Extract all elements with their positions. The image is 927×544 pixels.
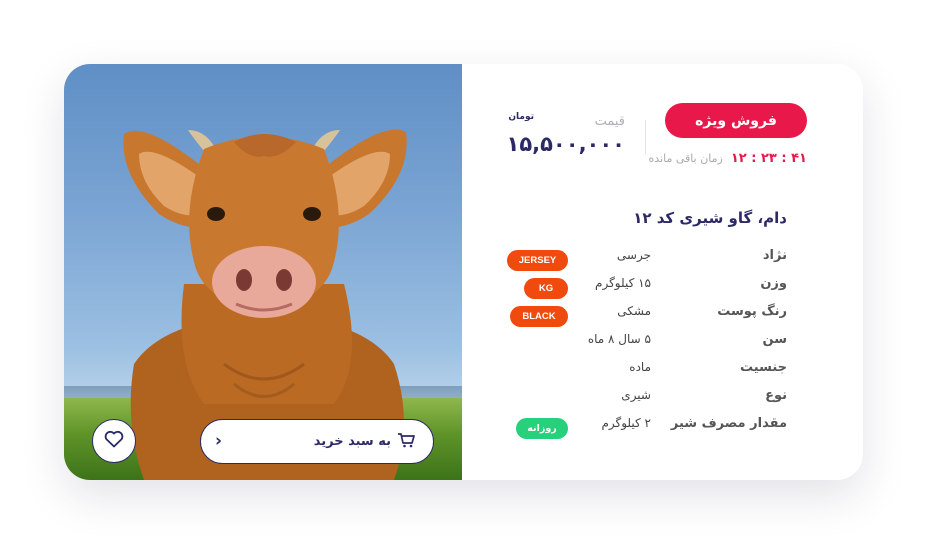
cart-icon (397, 432, 415, 452)
attribute-row-skin-color: رنگ پوست مشکی BLACK (507, 302, 787, 330)
attribute-badge: KG (524, 278, 568, 299)
attribute-key: نوع (765, 388, 787, 403)
attribute-row-gender: جنسیت ماده (507, 358, 787, 386)
add-to-cart-button[interactable]: به سبد خرید ‹ (200, 419, 434, 464)
attribute-badge: BLACK (510, 306, 568, 327)
attribute-list: نژاد جرسی JERSEY وزن ۱۵ کیلوگرم KG رنگ پ… (507, 246, 787, 442)
attribute-value: ۱۵ کیلوگرم (595, 276, 651, 290)
attribute-row-weight: وزن ۱۵ کیلوگرم KG (507, 274, 787, 302)
attribute-key: رنگ پوست (717, 304, 787, 319)
product-title: دام، گاو شیری کد ۱۲ (633, 209, 787, 227)
attribute-key: سن (762, 332, 787, 347)
special-sale-button[interactable]: فروش ویژه (665, 103, 807, 138)
cow-illustration (123, 129, 407, 480)
product-info: فروش ویژه ۴۱ : ۲۳ : ۱۲ زمان باقی مانده ق… (462, 64, 863, 480)
attribute-key: نژاد (762, 248, 787, 263)
attribute-value: جرسی (616, 248, 651, 262)
add-to-cart-label: به سبد خرید (313, 434, 391, 449)
attribute-row-milk: مقدار مصرف شیر ۲ کیلوگرم روزانه (507, 414, 787, 442)
countdown: ۴۱ : ۲۳ : ۱۲ زمان باقی مانده (649, 151, 807, 166)
product-card: به سبد خرید ‹ فروش ویژه ۴۱ : ۲۳ : ۱۲ زما… (64, 64, 863, 480)
attribute-value: شیری (621, 388, 651, 402)
price-divider (645, 120, 646, 154)
price-value: ۱۵,۵۰۰,۰۰۰ (506, 132, 625, 156)
chevron-left-icon: ‹ (215, 431, 223, 451)
attribute-value: مشکی (617, 304, 651, 318)
attribute-value: ۲ کیلوگرم (601, 416, 651, 430)
attribute-key: جنسیت (740, 360, 787, 375)
attribute-value: ۵ سال ۸ ماه (587, 332, 651, 346)
attribute-badge: JERSEY (507, 250, 568, 271)
favorite-button[interactable] (92, 419, 136, 463)
price-currency: تومان (508, 112, 534, 122)
attribute-badge: روزانه (516, 418, 568, 439)
attribute-key: مقدار مصرف شیر (670, 416, 787, 431)
product-image: به سبد خرید ‹ (64, 64, 462, 480)
attribute-row-age: سن ۵ سال ۸ ماه (507, 330, 787, 358)
attribute-row-type: نوع شیری (507, 386, 787, 414)
cart-label-group: به سبد خرید (314, 432, 415, 452)
countdown-label: زمان باقی مانده (648, 152, 723, 165)
price-label: قیمت (594, 114, 625, 129)
heart-icon (104, 430, 124, 452)
attribute-value: ماده (629, 360, 651, 374)
attribute-key: وزن (760, 276, 787, 291)
countdown-value: ۴۱ : ۲۳ : ۱۲ (730, 151, 807, 166)
attribute-row-breed: نژاد جرسی JERSEY (507, 246, 787, 274)
